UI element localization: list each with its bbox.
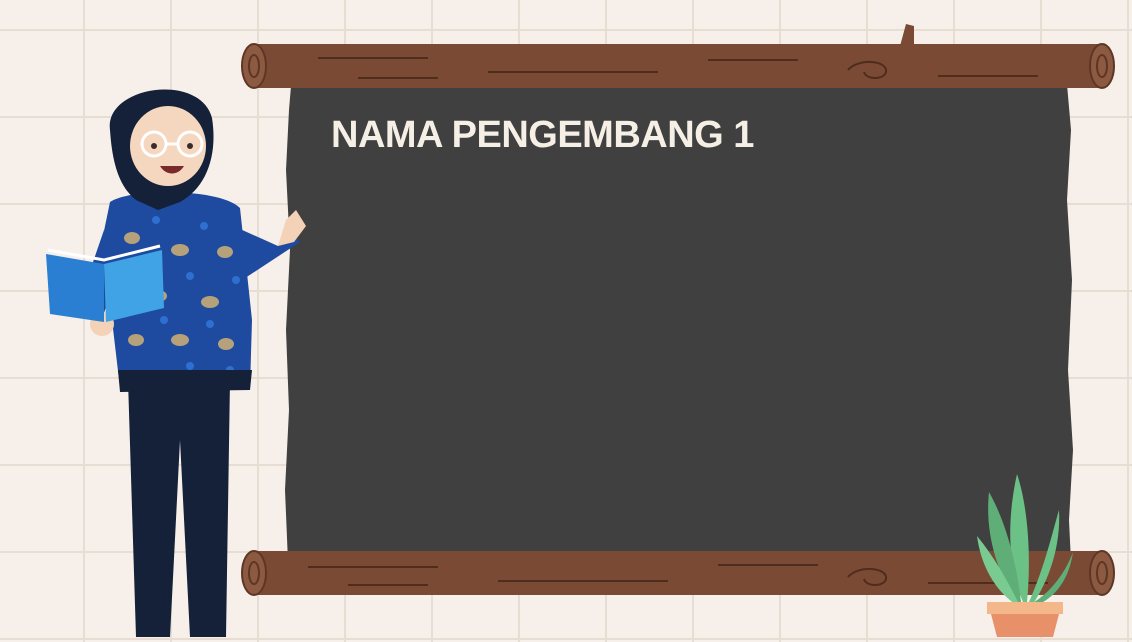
log-end-right <box>1089 43 1115 89</box>
log-body <box>250 44 1106 88</box>
log-end-right <box>1089 550 1115 596</box>
pointing-hand <box>278 210 306 246</box>
potted-plant <box>965 470 1075 637</box>
teacher-illustration <box>40 70 320 637</box>
slide: NAMA PENGEMBANG 1 <box>0 0 1132 637</box>
plant-leaves <box>977 474 1073 606</box>
trousers <box>128 380 230 637</box>
pot-rim <box>987 602 1063 614</box>
pot <box>991 614 1059 637</box>
slide-title: NAMA PENGEMBANG 1 <box>331 114 754 156</box>
top-log <box>238 20 1118 92</box>
